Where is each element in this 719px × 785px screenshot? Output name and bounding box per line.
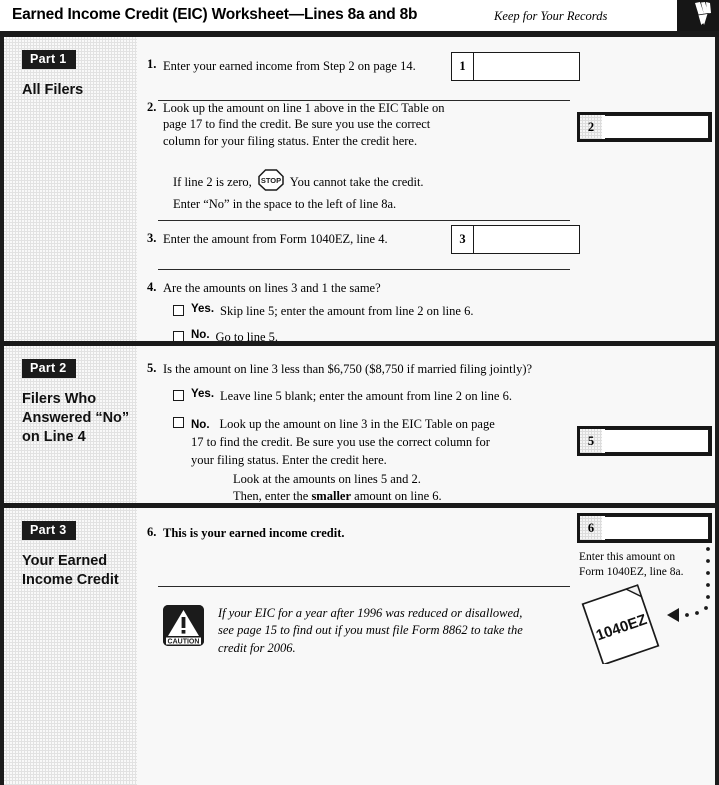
line-5-subnote-line2-a: Then, enter the	[233, 488, 312, 503]
line-6-separator	[158, 586, 570, 587]
line-5-number: 5.	[147, 361, 157, 375]
caution-line-1: If your EIC for a year after 1996 was re…	[218, 606, 523, 620]
part-2: Part 2 Filers Who Answered “No” on Line …	[4, 346, 715, 508]
line-4-text: Are the amounts on lines 3 and 1 the sam…	[163, 281, 381, 295]
line-5-no-checkbox[interactable]	[173, 417, 184, 428]
line-4-choice-yes[interactable]: Yes. Skip line 5; enter the amount from …	[173, 303, 473, 320]
line-5-subnote-line1: Look at the amounts on lines 5 and 2.	[233, 472, 421, 486]
line-5-input[interactable]	[605, 429, 709, 453]
line-4-no-label: No.	[191, 329, 210, 341]
part-2-badge: Part 2	[22, 359, 76, 379]
caution-icon-label: CAUTION	[168, 638, 200, 645]
part-2-heading: Filers Who Answered “No” on Line 4	[22, 391, 130, 446]
line-4-no-checkbox[interactable]	[173, 331, 184, 342]
line-6-number: 6.	[147, 525, 157, 539]
stop-note-before: If line 2 is zero,	[173, 174, 252, 189]
line-3-text: Enter the amount from Form 1040EZ, line …	[163, 232, 388, 246]
line-3-entry-box[interactable]: 3	[451, 225, 580, 254]
line-5-choice-no[interactable]: No. Look up the amount on line 3 in the …	[173, 415, 503, 469]
line-2-entry-box[interactable]: 2	[577, 112, 712, 142]
line-1-text: Enter your earned income from Step 2 on …	[163, 59, 416, 73]
part-3-content: 6. This is your earned income credit. 6 …	[137, 508, 715, 782]
part-2-content: 5. Is the amount on line 3 less than $6,…	[137, 346, 715, 503]
eic-worksheet-page: Earned Income Credit (EIC) Worksheet—Lin…	[0, 0, 719, 785]
line-3-separator	[158, 269, 570, 270]
pen-writing-icon	[677, 0, 719, 31]
line-5-no-text: Look up the amount on line 3 in the EIC …	[191, 417, 495, 467]
line-5-subnote-line2-c: amount on line 6.	[351, 488, 442, 503]
line-3-row: 3. Enter the amount from Form 1040EZ, li…	[137, 231, 715, 248]
line-2-number: 2.	[147, 99, 157, 114]
line-1-number: 1.	[147, 57, 157, 71]
line-4-yes-checkbox[interactable]	[173, 305, 184, 316]
line-2-separator	[158, 220, 570, 221]
line-3-input[interactable]	[474, 226, 579, 253]
line-6-box-number: 6	[580, 516, 602, 540]
line-5-box-number: 5	[580, 429, 602, 453]
line-4-yes-text: Skip line 5; enter the amount from line …	[220, 304, 474, 318]
part-3-heading: Your Earned Income Credit	[22, 553, 119, 589]
part-3-badge: Part 3	[22, 521, 76, 541]
line-1-row: 1. Enter your earned income from Step 2 …	[137, 37, 715, 75]
line-6-entry-box[interactable]: 6	[577, 513, 712, 543]
part-3-sidebar: Part 3 Your Earned Income Credit	[4, 508, 137, 782]
caution-text: If your EIC for a year after 1996 was re…	[218, 605, 523, 657]
line-2-input[interactable]	[605, 115, 709, 139]
line-4-row: 4. Are the amounts on lines 3 and 1 the …	[137, 280, 715, 297]
page-header: Earned Income Credit (EIC) Worksheet—Lin…	[0, 0, 719, 31]
line-5-subnote-line2: Then, enter the smaller amount on line 6…	[233, 488, 442, 505]
line-3-number: 3.	[147, 231, 157, 245]
caution-block: CAUTION If your EIC for a year after 199…	[163, 605, 583, 657]
line-2-stop-note: If line 2 is zero, STOP You cannot take …	[173, 168, 573, 212]
line-5-entry-box[interactable]: 5	[577, 426, 712, 456]
line-5-choice-yes[interactable]: Yes. Leave line 5 blank; enter the amoun…	[173, 388, 512, 405]
line-4-choice-no[interactable]: No. Go to line 5.	[173, 329, 278, 346]
line-5-yes-checkbox[interactable]	[173, 390, 184, 401]
stop-note-line2: Enter “No” in the space to the left of l…	[173, 197, 397, 211]
caution-line-3: credit for 2006.	[218, 640, 296, 655]
part-3: Part 3 Your Earned Income Credit 6. This…	[4, 508, 715, 782]
part-1: Part 1 All Filers 1. Enter your earned i…	[4, 37, 715, 346]
caution-line-2: see page 15 to find out if you must file…	[218, 623, 523, 638]
form-1040ez-graphic: 1040EZ	[561, 544, 719, 666]
worksheet-body: Part 1 All Filers 1. Enter your earned i…	[4, 37, 715, 785]
stop-note-after: You cannot take the credit.	[289, 174, 424, 189]
page-frame-right	[715, 37, 719, 785]
part-1-content: 1. Enter your earned income from Step 2 …	[137, 37, 715, 344]
line-4-no-text: Go to line 5.	[215, 330, 279, 344]
page-title: Earned Income Credit (EIC) Worksheet—Lin…	[12, 6, 418, 23]
line-5-yes-label: Yes.	[191, 388, 215, 400]
line-5-row: 5. Is the amount on line 3 less than $6,…	[137, 346, 715, 378]
part-2-sidebar: Part 2 Filers Who Answered “No” on Line …	[4, 346, 137, 503]
line-2-box-number: 2	[580, 115, 602, 139]
caution-triangle-icon: CAUTION	[163, 605, 204, 646]
part-1-heading: All Filers	[22, 82, 84, 99]
line-2-text: Look up the amount on line 1 above in th…	[163, 100, 445, 148]
stop-sign-icon: STOP	[257, 168, 285, 196]
line-6-input[interactable]	[605, 516, 709, 540]
svg-text:STOP: STOP	[261, 176, 281, 185]
line-3-box-number: 3	[452, 226, 474, 253]
part-1-sidebar: Part 1 All Filers	[4, 37, 137, 341]
line-5-yes-text: Leave line 5 blank; enter the amount fro…	[220, 389, 512, 403]
part-1-badge: Part 1	[22, 50, 76, 70]
line-4-number: 4.	[147, 280, 157, 294]
line-4-yes-label: Yes.	[191, 303, 215, 315]
line-5-no-label: No.	[191, 419, 210, 431]
keep-for-records-note: Keep for Your Records	[494, 9, 608, 23]
line-5-subnote: Look at the amounts on lines 5 and 2. Th…	[233, 471, 442, 505]
line-5-text: Is the amount on line 3 less than $6,750…	[163, 362, 533, 376]
line-5-subnote-smaller: smaller	[311, 488, 352, 503]
